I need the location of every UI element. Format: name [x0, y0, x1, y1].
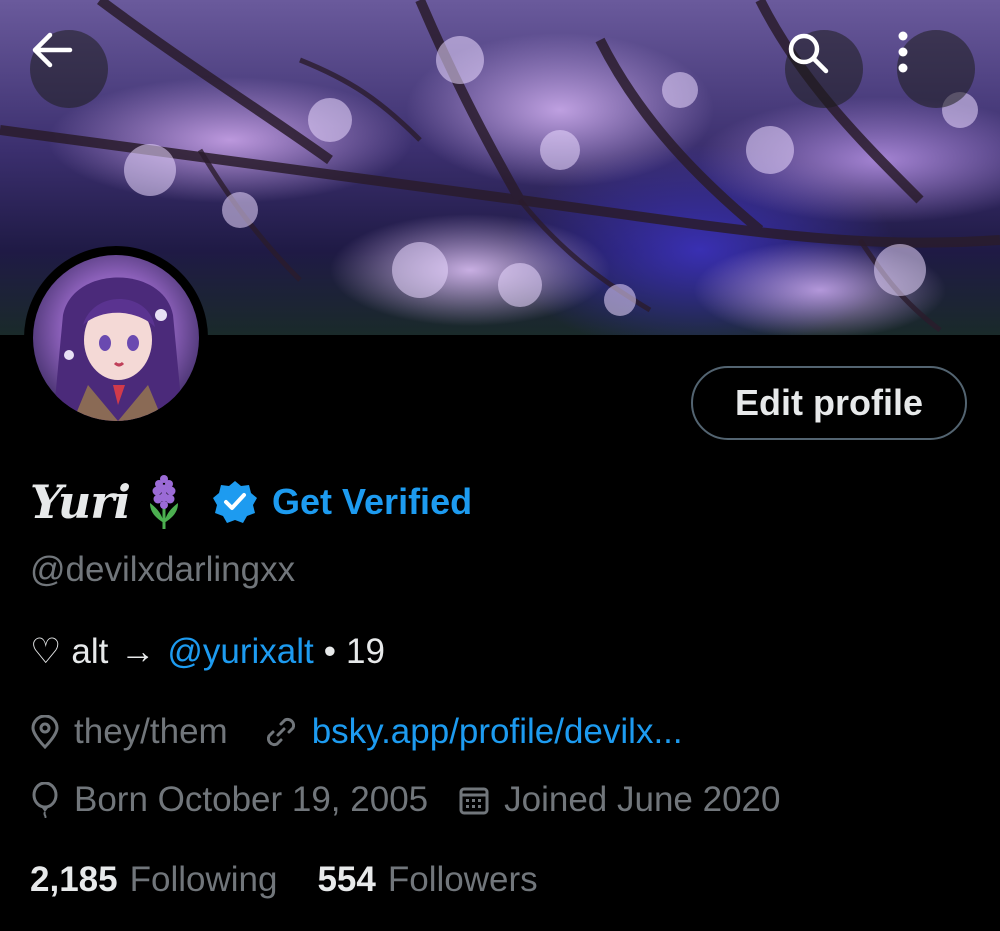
profile-meta-row-1: they/them bsky.app/profile/devilx...: [30, 712, 683, 752]
verified-badge-icon[interactable]: [212, 479, 258, 525]
followers-stat[interactable]: 554 Followers: [317, 860, 537, 900]
pronouns-text: they/them: [74, 712, 228, 751]
joined-text: Joined June 2020: [504, 780, 781, 819]
display-name: Yuri: [30, 475, 131, 529]
website-item[interactable]: bsky.app/profile/devilx...: [264, 712, 683, 752]
bio-heart: ♡: [30, 632, 62, 671]
link-icon: [266, 717, 295, 747]
profile-bio: ♡ alt → @yurixalt • 19: [30, 632, 385, 672]
more-vertical-icon: [898, 31, 908, 73]
more-options-button[interactable]: [897, 30, 975, 108]
edit-profile-button[interactable]: Edit profile: [691, 366, 967, 440]
avatar-image: [33, 255, 199, 421]
followers-count: 554: [317, 860, 376, 899]
bio-separator: •: [323, 632, 337, 671]
anime-character-avatar: [53, 277, 183, 421]
bio-alt-text: alt: [71, 632, 109, 671]
search-button[interactable]: [785, 30, 863, 108]
get-verified-link[interactable]: Get Verified: [272, 481, 472, 523]
joined-item: Joined June 2020: [458, 780, 780, 820]
birthday-item: Born October 19, 2005: [30, 780, 428, 820]
website-link[interactable]: bsky.app/profile/devilx...: [312, 712, 683, 752]
name-row: Yuri Get Verified: [30, 472, 472, 532]
balloon-icon: [32, 782, 58, 818]
bio-age: 19: [346, 632, 385, 671]
bio-mention-link[interactable]: @yurixalt: [167, 632, 313, 672]
birthday-text: Born October 19, 2005: [74, 780, 429, 819]
following-stat[interactable]: 2,185 Following: [30, 860, 277, 900]
profile-stats: 2,185 Following 554 Followers: [30, 860, 538, 900]
search-icon: [788, 33, 829, 74]
hyacinth-emoji-icon: [150, 475, 178, 529]
following-count: 2,185: [30, 860, 118, 899]
bio-arrow: →: [120, 632, 156, 671]
calendar-icon: [459, 787, 489, 815]
back-button[interactable]: [30, 30, 108, 108]
profile-avatar[interactable]: [24, 246, 208, 430]
following-label: Following: [129, 860, 278, 899]
profile-handle: @devilxdarlingxx: [30, 550, 296, 589]
location-item: they/them: [30, 712, 228, 752]
followers-label: Followers: [387, 860, 538, 899]
profile-meta-row-2: Born October 19, 2005 Joined June 2020: [30, 780, 780, 820]
location-pin-icon: [31, 715, 59, 749]
arrow-left-icon: [32, 32, 73, 68]
